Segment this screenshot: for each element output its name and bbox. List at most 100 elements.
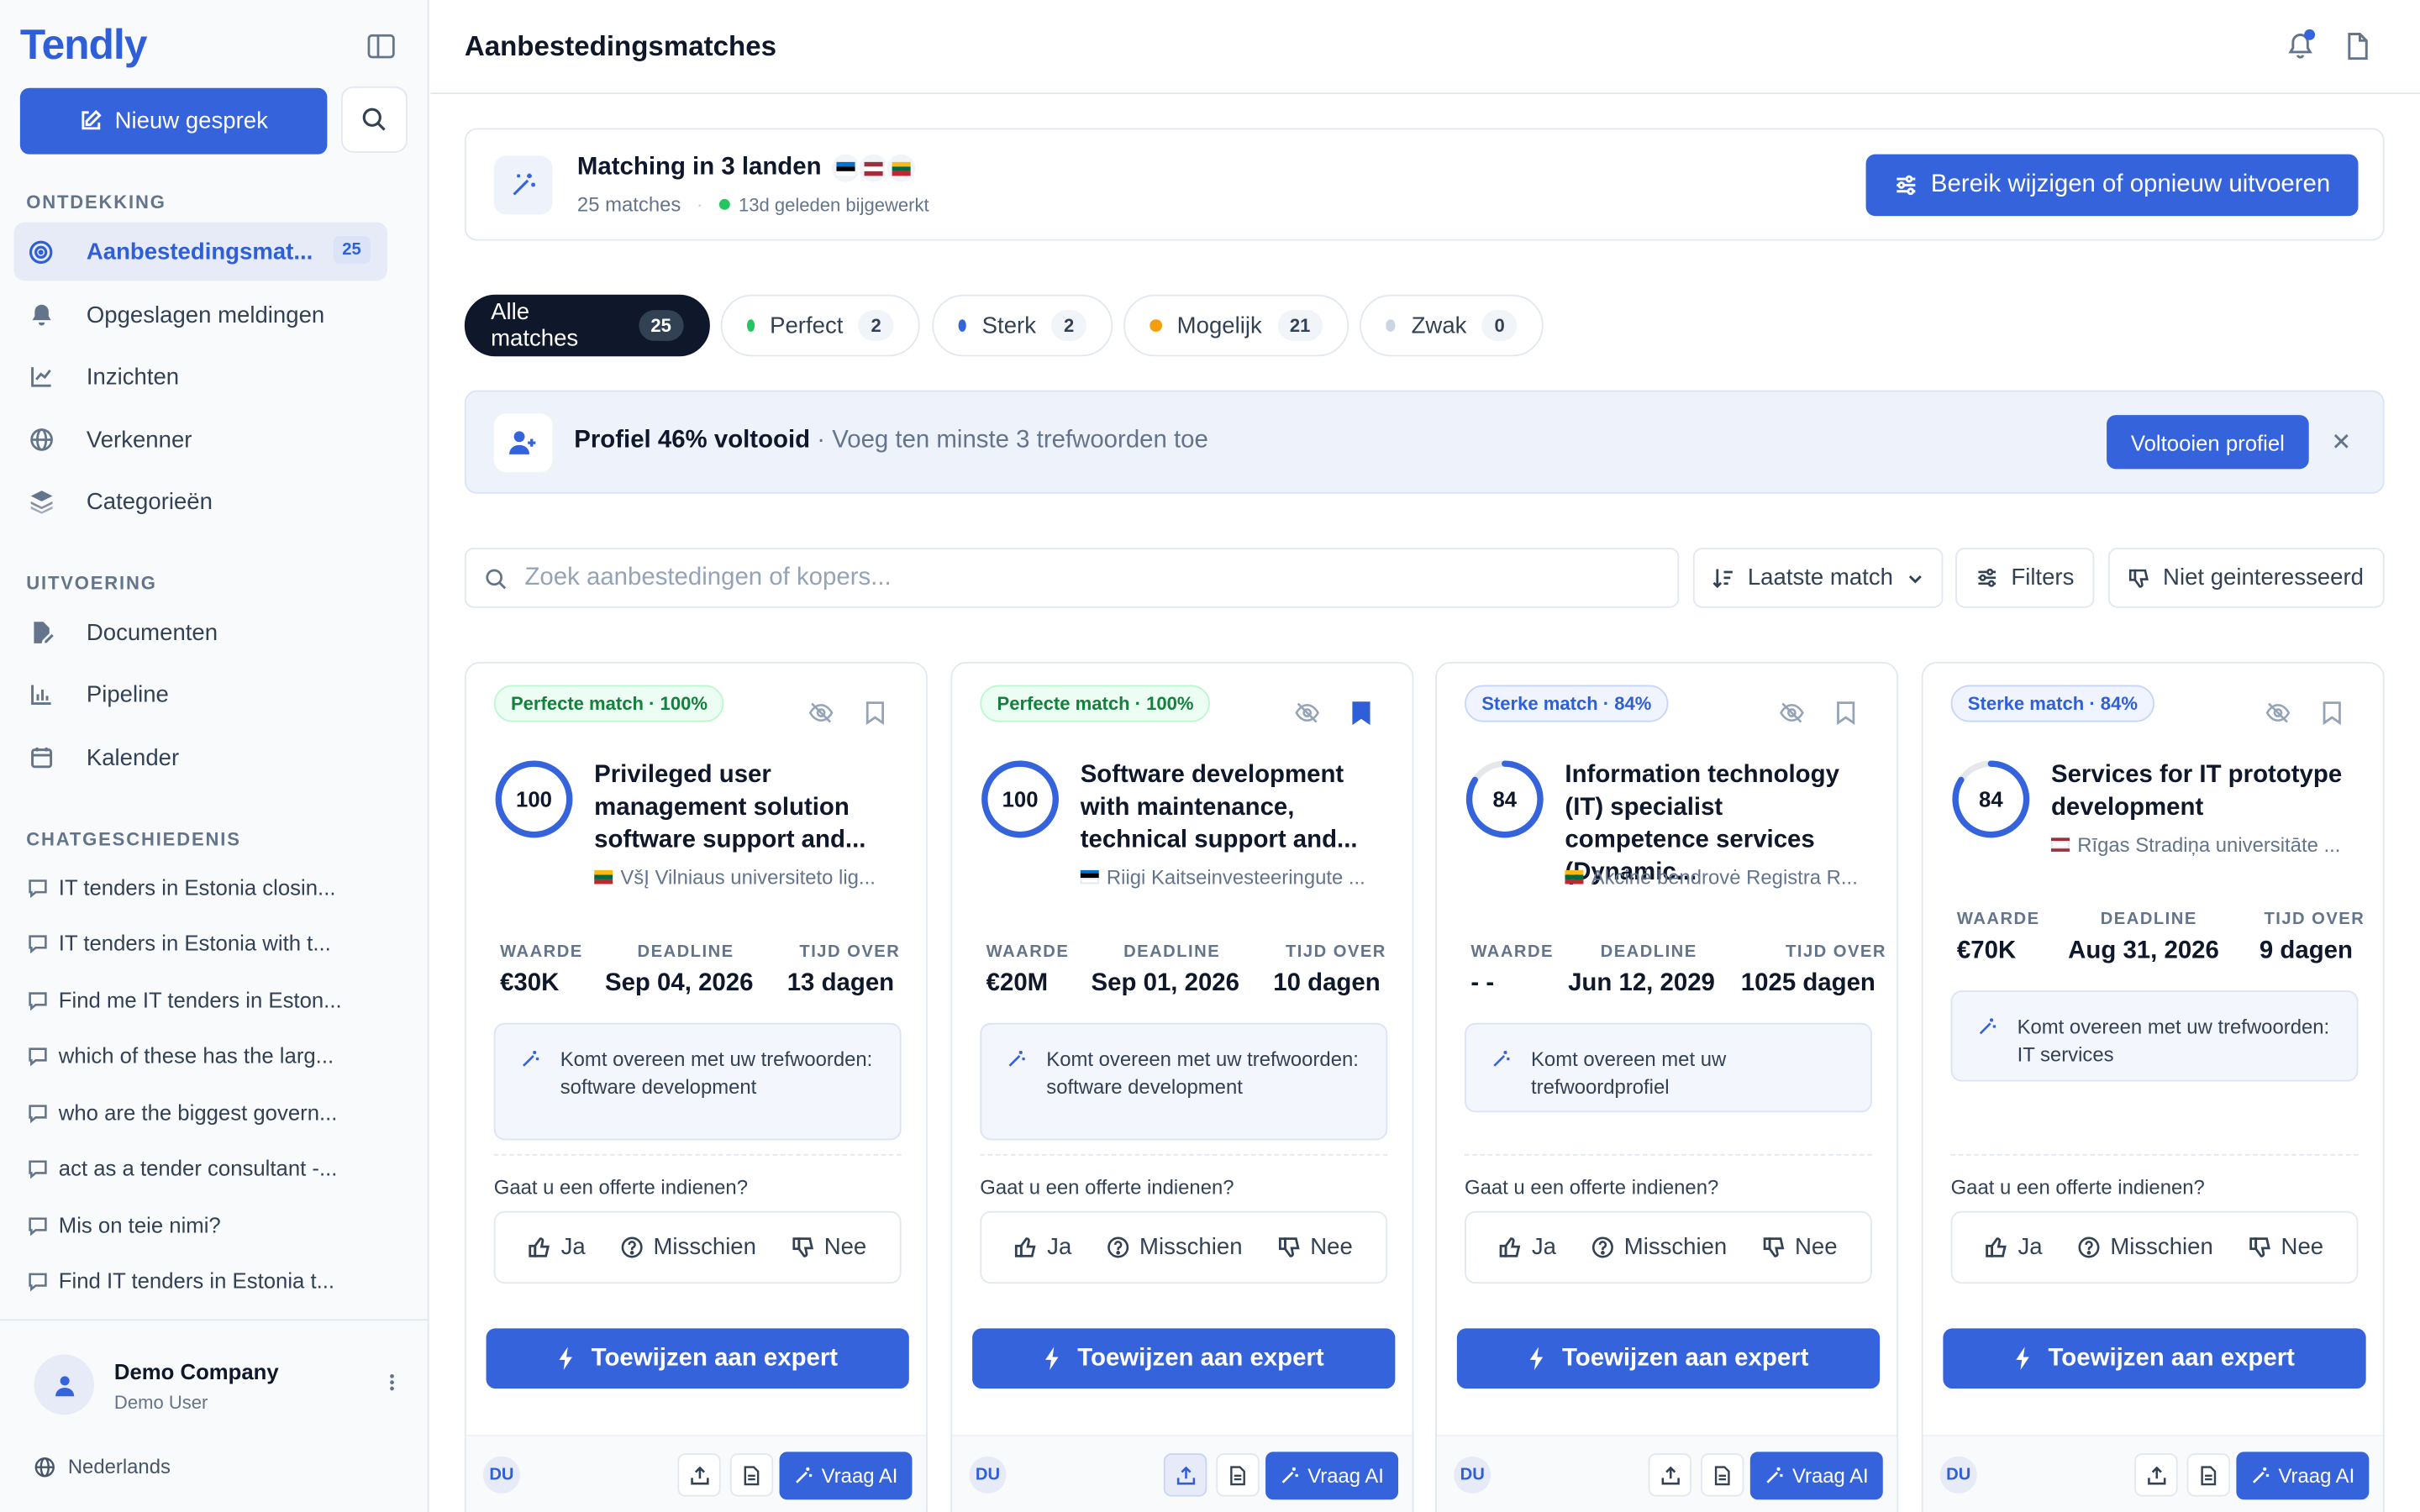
assign-expert-button[interactable]: Toewijzen aan expert: [1943, 1328, 2366, 1389]
divider: [1465, 1153, 1872, 1156]
vote-maybe-button[interactable]: Misschien: [1107, 1234, 1243, 1261]
magic-wand-icon: [1491, 1049, 1511, 1069]
message-icon: [28, 1158, 48, 1179]
vote-yes-button[interactable]: Ja: [1986, 1234, 2043, 1261]
not-interested-button[interactable]: Niet geinteresseerd: [2107, 548, 2385, 608]
ask-ai-button[interactable]: Vraag AI: [2236, 1452, 2370, 1500]
more-vertical-icon[interactable]: [381, 1372, 403, 1394]
sort-dropdown[interactable]: Laatste match: [1692, 548, 1944, 608]
chat-history-item[interactable]: Mis on teie nimi?: [28, 1205, 398, 1245]
assign-expert-button[interactable]: Toewijzen aan expert: [486, 1328, 909, 1389]
document-button[interactable]: [1216, 1453, 1260, 1497]
tender-card[interactable]: Sterke match · 84% 84 Services for IT pr…: [1921, 661, 2385, 1512]
chat-history-item[interactable]: IT tenders in Estonia closin...: [28, 867, 398, 907]
chat-history-item[interactable]: who are the biggest govern...: [28, 1092, 398, 1132]
tender-title[interactable]: Privileged user management solution soft…: [594, 759, 902, 857]
filters-button[interactable]: Filters: [1955, 548, 2095, 608]
vote-maybe-button[interactable]: Misschien: [2078, 1234, 2213, 1261]
document-button[interactable]: [2186, 1453, 2231, 1497]
sidebar-toggle-icon[interactable]: [366, 33, 397, 60]
buyer-name: Riigi Kaitseinvesteeringute ...: [1080, 865, 1397, 889]
vote-yes-button[interactable]: Ja: [529, 1234, 586, 1261]
sidebar-item-saved-alerts[interactable]: Opgeslagen meldingen: [14, 286, 387, 344]
vote-maybe-button[interactable]: Misschien: [621, 1234, 756, 1261]
new-chat-button[interactable]: Nieuw gesprek: [19, 87, 328, 155]
complete-profile-button[interactable]: Voltooien profiel: [2107, 415, 2309, 470]
app-logo[interactable]: Tendly: [20, 22, 148, 70]
sidebar-item-explorer[interactable]: Verkenner: [14, 411, 387, 470]
bookmark-icon[interactable]: [2321, 701, 2343, 726]
tender-card[interactable]: Perfecte match · 100% 100 Privileged use…: [464, 661, 928, 1512]
assignee-avatar: DU: [1939, 1456, 1977, 1494]
chat-history-item[interactable]: Find IT tenders in Estonia t...: [28, 1261, 398, 1301]
vote-maybe-button[interactable]: Misschien: [1591, 1234, 1727, 1261]
vote-no-button[interactable]: Nee: [2249, 1234, 2323, 1261]
bookmark-icon[interactable]: [865, 701, 886, 726]
share-button[interactable]: [1648, 1453, 1692, 1497]
share-button[interactable]: [2134, 1453, 2178, 1497]
deadline-label: DEADLINE: [1600, 942, 1697, 962]
bid-question: Gaat u een offerte indienen?: [493, 1175, 748, 1200]
filter-chip-all[interactable]: Alle matches 25: [464, 294, 710, 357]
sidebar-item-label: Opgeslagen meldingen: [86, 302, 325, 328]
time-left-label: TIJD OVER: [799, 942, 901, 962]
tender-title[interactable]: Software development with maintenance, t…: [1081, 759, 1389, 857]
sidebar-item-calendar[interactable]: Kalender: [14, 728, 387, 787]
profile-completion-banner: Profiel 46% voltooid · Voeg ten minste 3…: [464, 390, 2385, 494]
vote-yes-button[interactable]: Ja: [1015, 1234, 1071, 1261]
sidebar-item-insights[interactable]: Inzichten: [14, 347, 387, 406]
sidebar-item-tender-matches[interactable]: Aanbestedingsmat... 25: [13, 222, 388, 281]
eye-off-icon[interactable]: [2265, 702, 2291, 724]
match-count: 25 matches: [576, 192, 681, 217]
ask-ai-button[interactable]: Vraag AI: [1265, 1452, 1399, 1500]
bookmark-icon[interactable]: [1835, 701, 1857, 726]
notification-dot: [2304, 29, 2316, 40]
share-button[interactable]: [1163, 1453, 1207, 1497]
vote-yes-button[interactable]: Ja: [1499, 1234, 1556, 1261]
tender-card[interactable]: Sterke match · 84% 84 Information techno…: [1435, 661, 1899, 1512]
assign-expert-button[interactable]: Toewijzen aan expert: [972, 1328, 1396, 1389]
ask-ai-button[interactable]: Vraag AI: [779, 1452, 913, 1500]
language-selector[interactable]: Nederlands: [34, 1455, 171, 1478]
eye-off-icon[interactable]: [808, 702, 834, 724]
value-label: WAARDE: [986, 942, 1070, 962]
sidebar-item-pipeline[interactable]: Pipeline: [14, 665, 387, 724]
search-button[interactable]: [340, 86, 408, 153]
ask-ai-button[interactable]: Vraag AI: [1749, 1452, 1883, 1500]
document-button[interactable]: [1701, 1453, 1744, 1497]
eye-off-icon[interactable]: [1295, 702, 1319, 724]
sidebar-item-documents[interactable]: Documenten: [14, 603, 387, 662]
score-ring: 84: [1465, 759, 1545, 840]
match-reason: Komt overeen met uw trefwoorden: softwar…: [493, 1022, 902, 1141]
chat-history-item[interactable]: which of these has the larg...: [28, 1035, 398, 1075]
status-dot: [1150, 319, 1162, 332]
user-profile[interactable]: Demo Company Demo User Nederlands: [0, 1319, 429, 1512]
filter-chip-weak[interactable]: Zwak 0: [1360, 294, 1544, 357]
document-button[interactable]: [729, 1453, 774, 1497]
thumbs-down-icon: [2249, 1237, 2270, 1257]
search-input[interactable]: [524, 549, 1652, 606]
chat-history-item[interactable]: Find me IT tenders in Eston...: [28, 979, 398, 1020]
chat-history-item[interactable]: IT tenders in Estonia with t...: [28, 922, 398, 963]
assign-expert-button[interactable]: Toewijzen aan expert: [1456, 1328, 1881, 1389]
vote-no-button[interactable]: Nee: [792, 1234, 866, 1261]
sidebar-item-categories[interactable]: Categorieën: [14, 472, 387, 531]
filter-chip-perfect[interactable]: Perfect 2: [720, 294, 920, 357]
rerun-matching-button[interactable]: Bereik wijzigen of opnieuw uitvoeren: [1865, 154, 2359, 217]
tender-title[interactable]: Services for IT prototype development: [2051, 759, 2360, 824]
document-icon[interactable]: [2346, 33, 2370, 60]
close-icon[interactable]: [2332, 432, 2350, 450]
bookmark-filled-icon[interactable]: [1350, 701, 1372, 726]
eye-off-icon[interactable]: [1780, 702, 1804, 724]
share-button[interactable]: [677, 1453, 721, 1497]
sidebar-item-label: Documenten: [86, 619, 218, 646]
target-icon: [28, 239, 54, 265]
sidebar-item-label: Aanbestedingsmat...: [86, 238, 313, 265]
document-icon: [2201, 1465, 2217, 1485]
vote-no-button[interactable]: Nee: [1278, 1234, 1353, 1261]
filter-chip-possible[interactable]: Mogelijk 21: [1123, 294, 1349, 357]
filter-chip-strong[interactable]: Sterk 2: [932, 294, 1113, 357]
chat-history-item[interactable]: act as a tender consultant -...: [28, 1148, 398, 1189]
vote-no-button[interactable]: Nee: [1762, 1234, 1838, 1261]
tender-card[interactable]: Perfecte match · 100% 100 Software devel…: [950, 661, 1414, 1512]
